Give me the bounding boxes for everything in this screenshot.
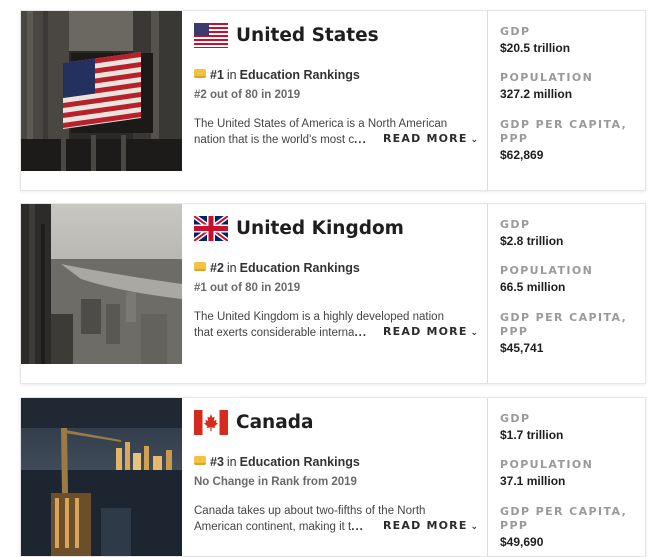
country-name[interactable]: Canada [236,412,313,433]
trophy-icon [194,69,206,78]
ellipsis: ... [351,521,364,533]
country-photo[interactable] [21,398,182,556]
trophy-icon [194,262,206,271]
canada-flag-icon [194,410,228,435]
gdp-per-capita-label: GDP PER CAPITA, PPP [500,118,628,145]
gdp-per-capita-label: GDP PER CAPITA, PPP [500,311,628,338]
gdp-per-capita-label: GDP PER CAPITA, PPP [500,505,628,532]
description-line: that exerts considerable interna [194,327,355,339]
gdp-per-capita-value: $49,690 [500,535,544,549]
rank-category: Education Rankings [239,68,360,82]
rank-number: #2 [210,261,224,275]
chevron-down-icon: ⌄ [470,135,479,145]
chevron-down-icon: ⌄ [470,522,479,532]
population-label: POPULATION [500,71,594,84]
us-flag-icon [194,23,228,48]
population-label: POPULATION [500,458,594,471]
gdp-value: $2.8 trillion [500,234,564,248]
ellipsis: ... [354,134,367,146]
ellipsis: ... [354,327,368,339]
population-label: POPULATION [500,264,594,277]
rank-number: #1 [210,68,224,82]
trophy-icon [194,456,206,465]
description-line: nation that is the world's most c [194,134,355,146]
gdp-value: $20.5 trillion [500,41,571,55]
rank-number: #3 [210,455,224,469]
rank-change: No Change in Rank from 2019 [194,476,357,488]
population-value: 327.2 million [500,87,573,101]
education-rank[interactable]: #2 in Education Rankings [194,261,360,275]
uk-flag-icon [192,213,230,244]
country-name[interactable]: United States [236,25,379,46]
country-photo[interactable] [21,11,182,171]
gdp-per-capita-value: $62,869 [500,148,544,162]
country-card-united-kingdom[interactable]: United Kingdom #2 in Education Rankings #1… [20,203,646,384]
gdp-label: GDP [500,25,531,38]
rank-in: in [226,68,237,82]
country-card-canada[interactable]: Canada #3 in Education Rankings No Change … [20,397,646,557]
education-rank[interactable]: #3 in Education Rankings [194,455,360,469]
read-more-button[interactable]: READ MORE ⌄ [383,519,478,532]
gdp-label: GDP [500,218,531,231]
rank-category: Education Rankings [239,261,360,275]
description-line: Canada takes up about two-fifths of the … [194,505,426,517]
gdp-per-capita-value: $45,741 [500,341,544,355]
description-line: The United Kingdom is a highly developed… [194,311,444,323]
rank-category: Education Rankings [239,455,360,469]
rank-change: #2 out of 80 in 2019 [194,89,301,101]
country-card-united-states[interactable]: United States #1 in Education Rankings #2 … [20,10,646,191]
country-stats: GDP $1.7 trillion POPULATION 37.1 million … [487,398,645,556]
read-more-button[interactable]: READ MORE ⌄ [383,325,478,338]
country-stats: GDP $2.8 trillion POPULATION 66.5 million … [487,204,645,383]
country-photo[interactable] [21,204,182,364]
population-value: 66.5 million [500,280,566,294]
country-name[interactable]: United Kingdom [236,218,404,239]
rank-change: #1 out of 80 in 2019 [194,282,301,294]
country-stats: GDP $20.5 trillion POPULATION 327.2 millio… [487,11,645,190]
read-more-label: READ MORE [383,132,468,145]
rank-in: in [226,455,237,469]
read-more-label: READ MORE [383,325,468,338]
education-rank[interactable]: #1 in Education Rankings [194,68,360,82]
description-line: The United States of America is a North … [194,118,448,130]
chevron-down-icon: ⌄ [470,328,479,338]
gdp-label: GDP [500,412,531,425]
read-more-label: READ MORE [383,519,468,532]
read-more-button[interactable]: READ MORE ⌄ [383,132,478,145]
population-value: 37.1 million [500,474,566,488]
rank-in: in [226,261,237,275]
gdp-value: $1.7 trillion [500,428,564,442]
description-line: American continent, making it t [194,521,352,533]
